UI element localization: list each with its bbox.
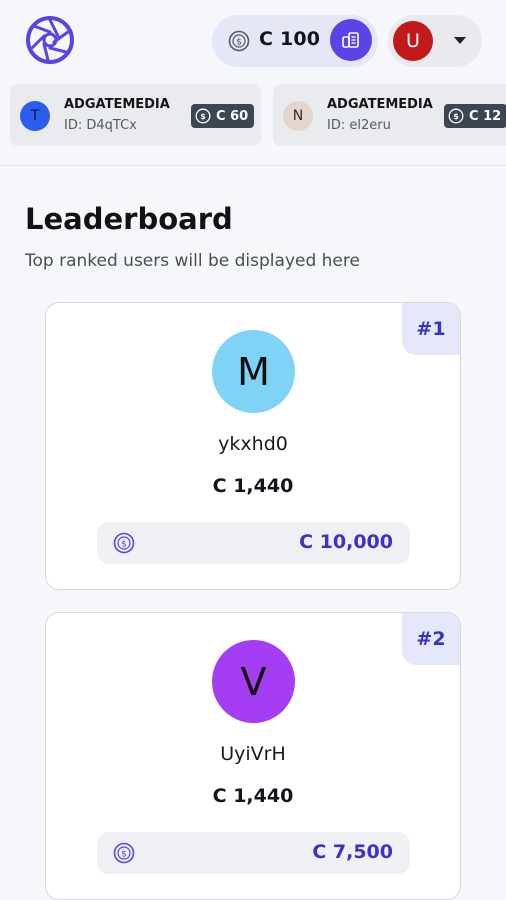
- prize-bar: $ C 7,500: [97, 832, 410, 874]
- amount-badge: $ C 12: [444, 104, 506, 128]
- avatar: M: [212, 330, 295, 413]
- wallet-button[interactable]: [330, 19, 372, 61]
- user-id: ID: el2eru: [327, 118, 391, 133]
- prize-amount: C 10,000: [299, 531, 393, 553]
- amount-text: C 60: [216, 108, 249, 124]
- activity-card[interactable]: N ADGATEMEDIA ID: el2eru $ C 12: [273, 84, 506, 146]
- coin-icon: $: [448, 108, 464, 124]
- page-subtitle: Top ranked users will be displayed here: [25, 251, 360, 271]
- score: C 1,440: [212, 475, 294, 497]
- user-avatar[interactable]: U: [393, 21, 433, 61]
- svg-text:$: $: [121, 540, 127, 550]
- top-bar: $ C 100 U T ADGATEMEDIA ID: D4qTCx $ C 6…: [0, 0, 506, 166]
- coin-icon: $: [195, 108, 211, 124]
- username: ykxhd0: [218, 433, 288, 455]
- rank-badge: #2: [402, 613, 460, 665]
- svg-text:$: $: [200, 112, 206, 121]
- leaderboard-card: #1 M ykxhd0 C 1,440 $ C 10,000: [45, 302, 461, 590]
- user-menu[interactable]: U: [388, 15, 482, 67]
- prize-bar: $ C 10,000: [97, 522, 410, 564]
- rank-badge: #1: [402, 303, 460, 355]
- leaderboard-card: #2 V UyiVrH C 1,440 $ C 7,500: [45, 612, 461, 900]
- coin-icon: $: [113, 842, 135, 864]
- username: UyiVrH: [220, 743, 286, 765]
- user-id: ID: D4qTCx: [64, 118, 137, 133]
- avatar: N: [283, 101, 313, 131]
- offerwall-name: ADGATEMEDIA: [64, 97, 170, 112]
- svg-text:$: $: [236, 38, 242, 48]
- chevron-down-icon[interactable]: [454, 37, 466, 44]
- prize-amount: C 7,500: [312, 841, 393, 863]
- avatar: V: [212, 640, 295, 723]
- svg-text:$: $: [453, 112, 459, 121]
- coin-icon: $: [228, 30, 250, 52]
- activity-card[interactable]: T ADGATEMEDIA ID: D4qTCx $ C 60: [10, 84, 261, 146]
- amount-badge: $ C 60: [191, 104, 255, 128]
- aperture-logo-icon[interactable]: [24, 14, 76, 66]
- amount-text: C 12: [469, 108, 502, 124]
- svg-text:$: $: [121, 850, 127, 860]
- page-title: Leaderboard: [25, 202, 233, 236]
- avatar: T: [20, 101, 50, 131]
- coin-icon: $: [113, 532, 135, 554]
- balance-amount: C 100: [259, 28, 321, 50]
- offerwall-name: ADGATEMEDIA: [327, 97, 433, 112]
- score: C 1,440: [212, 785, 294, 807]
- wallet-icon: [342, 32, 359, 48]
